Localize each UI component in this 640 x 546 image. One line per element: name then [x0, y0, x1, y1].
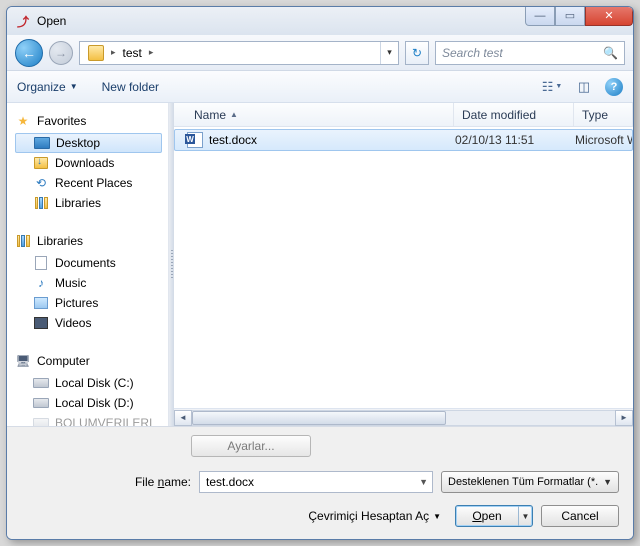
sidebar-item-pictures[interactable]: Pictures [15, 293, 168, 313]
file-type: Microsoft W [575, 133, 632, 147]
settings-button[interactable]: Ayarlar... [191, 435, 311, 457]
maximize-button[interactable]: ▭ [555, 6, 585, 26]
sidebar: ★Favorites Desktop Downloads ⟲Recent Pla… [7, 103, 169, 426]
document-icon [35, 256, 47, 270]
word-doc-icon [187, 132, 203, 148]
sidebar-item-desktop[interactable]: Desktop [15, 133, 162, 153]
music-icon: ♪ [33, 275, 49, 291]
scroll-left-button[interactable]: ◄ [174, 410, 192, 426]
recent-icon: ⟲ [33, 175, 49, 191]
sidebar-group-libraries[interactable]: Libraries [15, 231, 168, 253]
file-row[interactable]: test.docx 02/10/13 11:51 Microsoft W [174, 129, 633, 151]
forward-button[interactable]: → [49, 41, 73, 65]
open-button[interactable]: Open▼ [455, 505, 533, 527]
horizontal-scrollbar[interactable]: ◄ ► [174, 408, 633, 426]
file-date: 02/10/13 11:51 [455, 133, 575, 147]
folder-icon [88, 45, 104, 61]
new-folder-button[interactable]: New folder [102, 80, 159, 94]
scroll-right-button[interactable]: ► [615, 410, 633, 426]
column-name[interactable]: Name▲ [174, 103, 454, 126]
address-bar[interactable]: ▸ test ▸ ▾ [79, 41, 399, 65]
search-icon: 🔍 [603, 46, 618, 60]
minimize-button[interactable]: — [525, 6, 555, 26]
pictures-icon [34, 297, 48, 309]
libraries-icon [16, 235, 30, 247]
desktop-icon [34, 137, 50, 149]
scroll-thumb[interactable] [192, 411, 446, 425]
drive-icon [33, 398, 49, 408]
file-list-panel: Name▲ Date modified Type test.docx 02/10… [174, 103, 633, 426]
filename-label: File name: [21, 475, 191, 489]
back-button[interactable]: ← [15, 39, 43, 67]
cancel-button[interactable]: Cancel [541, 505, 619, 527]
computer-icon: 🖥 [15, 353, 31, 369]
sort-indicator-icon: ▲ [230, 110, 238, 119]
sidebar-item-downloads[interactable]: Downloads [15, 153, 168, 173]
online-account-button[interactable]: Çevrimiçi Hesaptan Aç▼ [302, 509, 447, 523]
breadcrumb-folder[interactable]: test [123, 46, 142, 60]
downloads-icon [34, 157, 48, 169]
sidebar-item-drive-other[interactable]: BOLUMVERILERI [15, 413, 168, 426]
drive-icon [33, 418, 49, 426]
titlebar: ⤴ Open — ▭ ✕ [7, 7, 633, 35]
bottom-panel: Ayarlar... File name: test.docx▼ Destekl… [7, 426, 633, 539]
search-placeholder: Search test [442, 46, 503, 60]
close-button[interactable]: ✕ [585, 6, 633, 26]
chevron-right-icon[interactable]: ▸ [146, 47, 157, 58]
app-icon: ⤴ [15, 13, 31, 29]
chevron-down-icon: ▼ [70, 82, 78, 91]
libraries-icon [34, 197, 48, 209]
column-date[interactable]: Date modified [454, 103, 574, 126]
file-list[interactable]: test.docx 02/10/13 11:51 Microsoft W [174, 127, 633, 408]
sidebar-item-music[interactable]: ♪Music [15, 273, 168, 293]
window-title: Open [37, 14, 66, 28]
open-dialog: ⤴ Open — ▭ ✕ ← → ▸ test ▸ ▾ ↻ Search tes… [6, 6, 634, 540]
chevron-down-icon[interactable]: ▼ [419, 477, 428, 487]
column-type[interactable]: Type [574, 103, 633, 126]
preview-pane-button[interactable]: ◫ [573, 76, 595, 98]
filetype-dropdown[interactable]: Desteklenen Tüm Formatlar (*.▼ [441, 471, 619, 493]
toolbar: Organize▼ New folder ☷ ▼ ◫ ? [7, 71, 633, 103]
chevron-right-icon[interactable]: ▸ [108, 47, 119, 58]
open-split-dropdown[interactable]: ▼ [518, 506, 532, 526]
sidebar-item-videos[interactable]: Videos [15, 313, 168, 333]
organize-menu[interactable]: Organize▼ [17, 80, 78, 94]
file-name: test.docx [209, 133, 257, 147]
sidebar-item-libraries-fav[interactable]: Libraries [15, 193, 168, 213]
search-input[interactable]: Search test 🔍 [435, 41, 625, 65]
chevron-down-icon: ▼ [433, 512, 441, 521]
view-menu[interactable]: ☷ ▼ [541, 76, 563, 98]
filename-input[interactable]: test.docx▼ [199, 471, 433, 493]
sidebar-item-drive-c[interactable]: Local Disk (C:) [15, 373, 168, 393]
drive-icon [33, 378, 49, 388]
star-icon: ★ [15, 113, 31, 129]
sidebar-group-computer[interactable]: 🖥Computer [15, 351, 168, 373]
address-dropdown[interactable]: ▾ [380, 42, 398, 64]
videos-icon [34, 317, 48, 329]
help-button[interactable]: ? [605, 78, 623, 96]
sidebar-item-recent[interactable]: ⟲Recent Places [15, 173, 168, 193]
sidebar-item-documents[interactable]: Documents [15, 253, 168, 273]
nav-row: ← → ▸ test ▸ ▾ ↻ Search test 🔍 [7, 35, 633, 71]
sidebar-group-favorites[interactable]: ★Favorites [15, 111, 168, 133]
refresh-button[interactable]: ↻ [405, 41, 429, 65]
sidebar-item-drive-d[interactable]: Local Disk (D:) [15, 393, 168, 413]
column-headers: Name▲ Date modified Type [174, 103, 633, 127]
chevron-down-icon[interactable]: ▼ [603, 477, 612, 487]
scroll-track[interactable] [192, 410, 615, 426]
